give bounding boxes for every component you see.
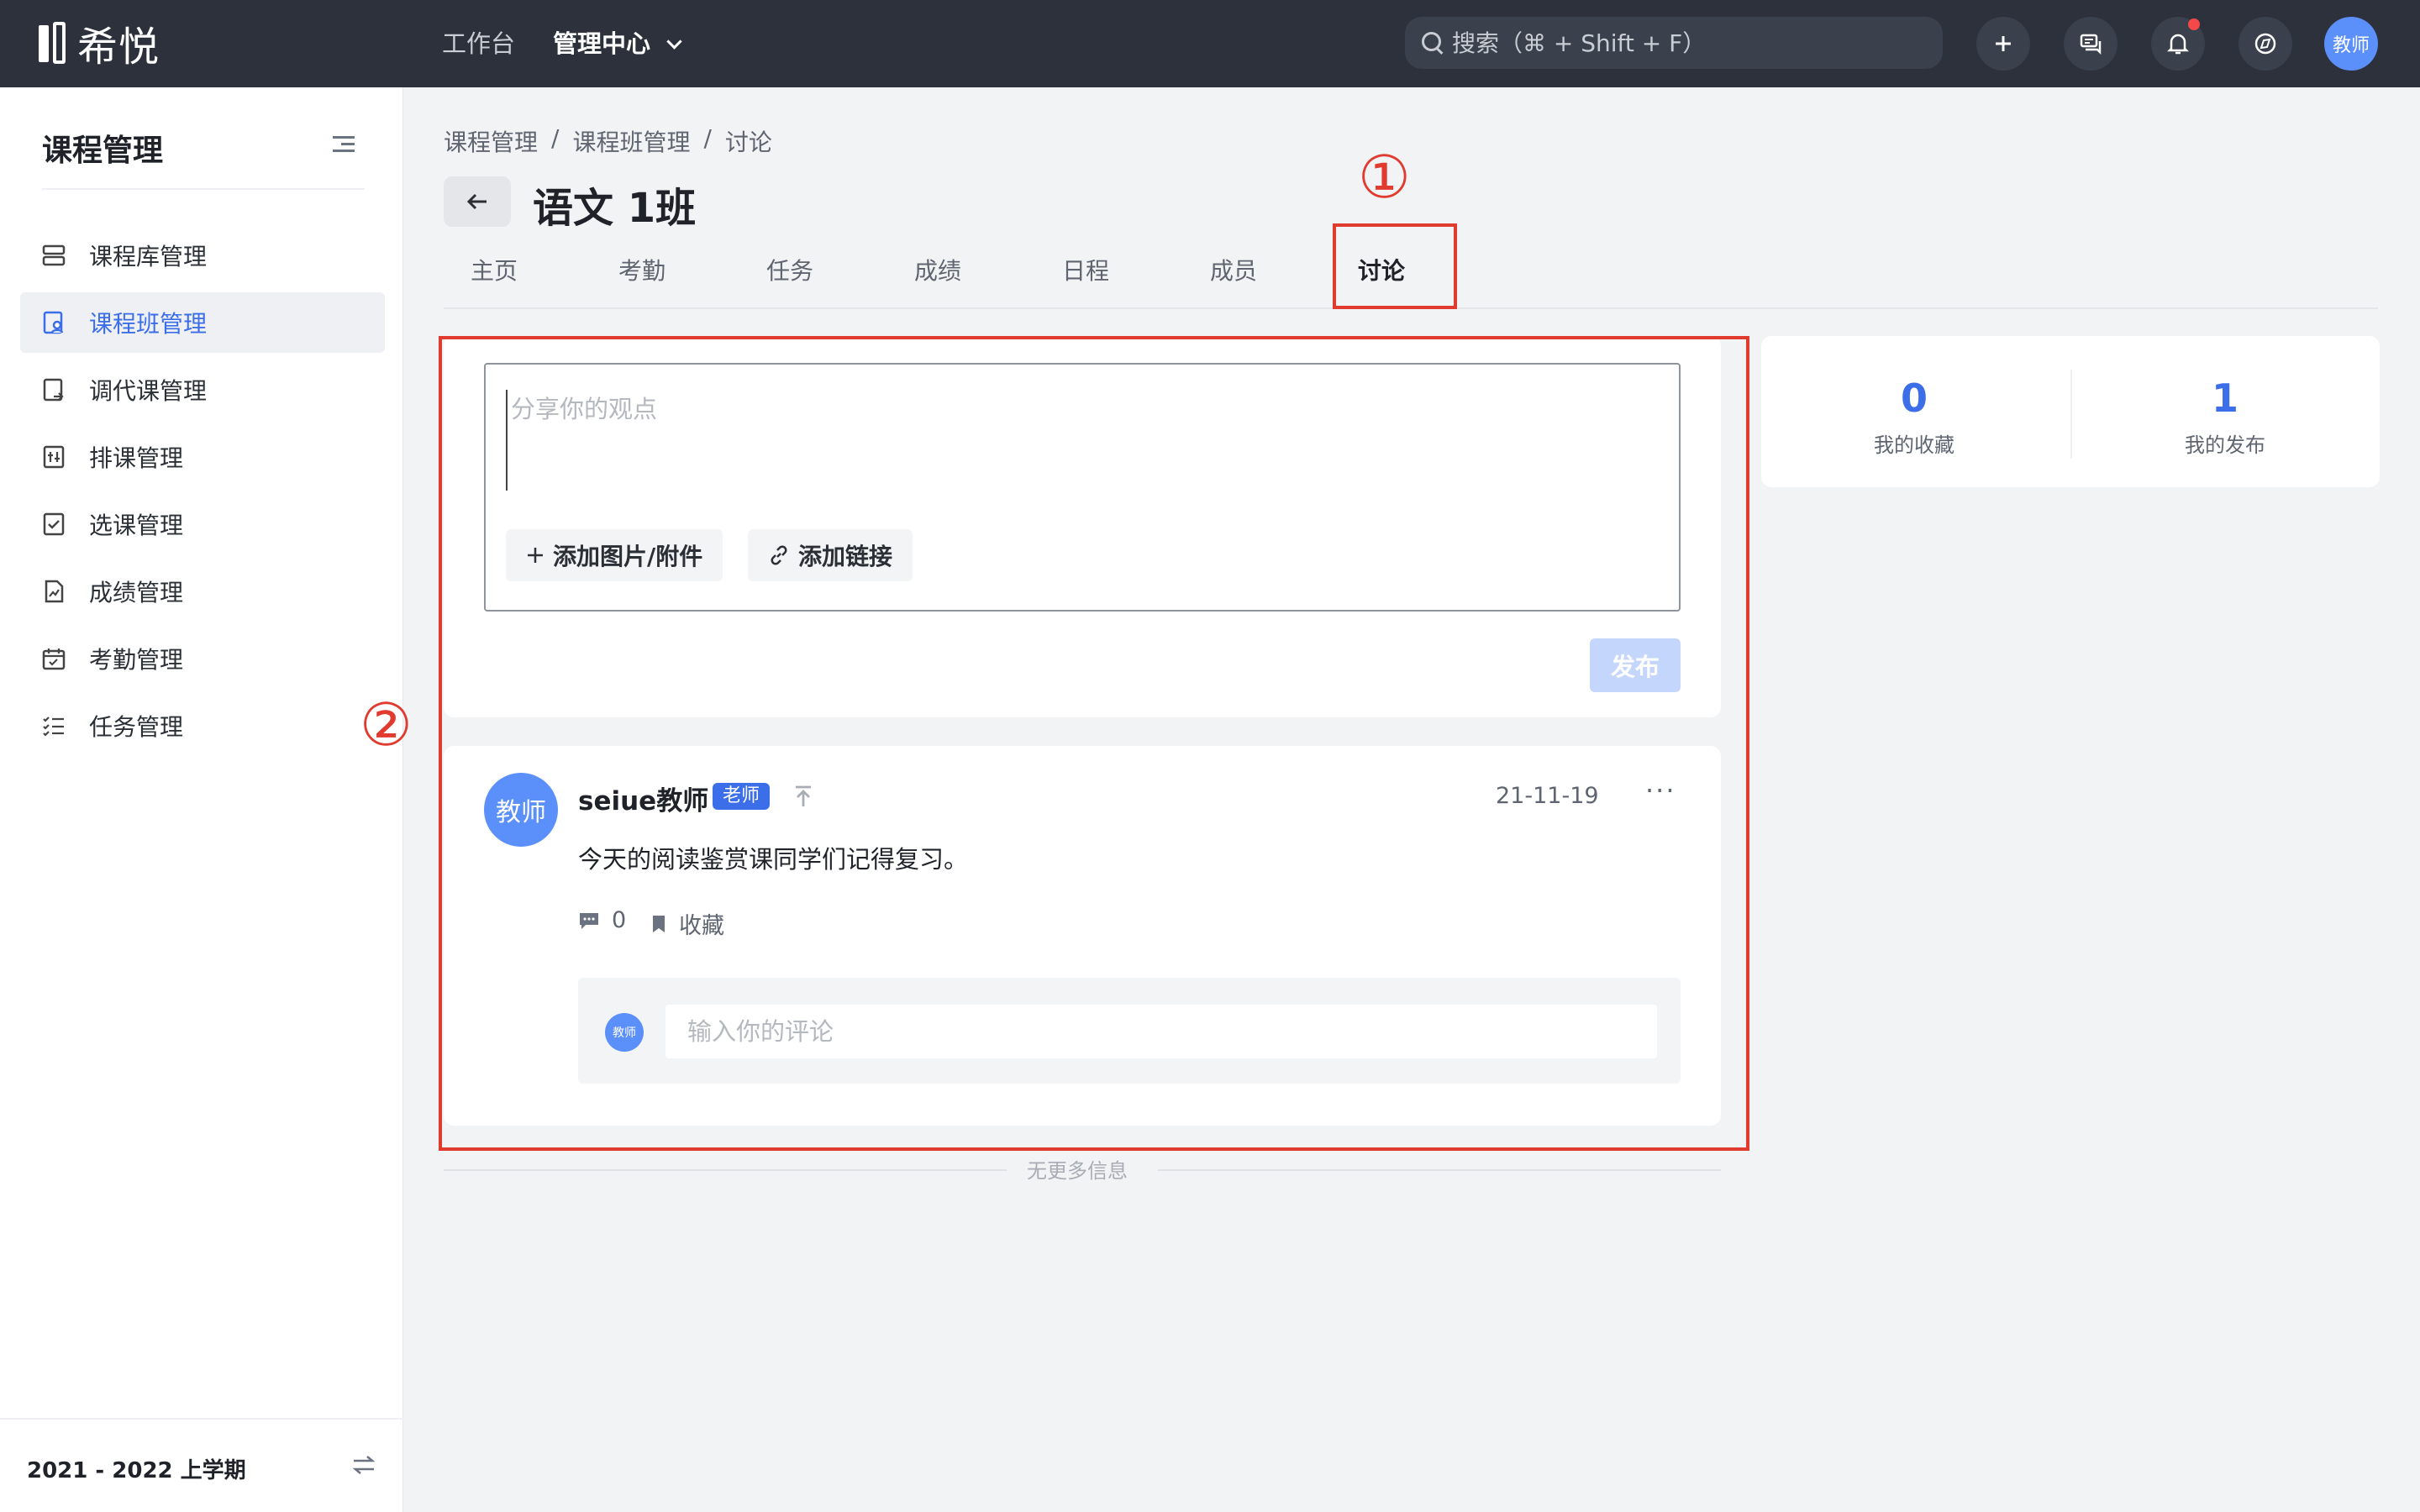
nav-workbench[interactable]: 工作台: [442, 25, 515, 62]
breadcrumb: 课程管理 / 课程班管理 / 讨论: [444, 124, 772, 158]
sidebar-item-label: 成绩管理: [89, 579, 184, 606]
add-button[interactable]: [1976, 17, 2030, 71]
tab-home[interactable]: 主页: [444, 252, 544, 309]
app-switch-button[interactable]: [2238, 17, 2292, 71]
tab-grades[interactable]: 成绩: [887, 252, 988, 309]
messages-button[interactable]: [2064, 17, 2118, 71]
sidebar-item-grades[interactable]: 成绩管理: [20, 561, 385, 622]
schedule-icon: [42, 445, 66, 469]
sidebar-item-label: 课程班管理: [89, 310, 208, 338]
annotation-box-1: [1333, 223, 1457, 309]
sidebar-item-course-library[interactable]: 课程库管理: [20, 225, 385, 286]
breadcrumb-course-management[interactable]: 课程管理: [444, 124, 538, 158]
app-logo[interactable]: 希悦: [39, 18, 160, 71]
swap-icon[interactable]: [351, 1453, 376, 1483]
sidebar-item-attendance[interactable]: 考勤管理: [20, 628, 385, 689]
sidebar-item-course-class[interactable]: 课程班管理: [20, 292, 385, 353]
notifications-button[interactable]: [2151, 17, 2205, 71]
message-icon: [2080, 34, 2102, 55]
stat-value: 0: [1900, 375, 1928, 421]
swap-lesson-icon: [42, 378, 66, 402]
stat-value: 1: [2211, 375, 2238, 421]
no-more-info: 无更多信息: [1027, 1159, 1128, 1183]
sidebar-item-label: 调代课管理: [89, 377, 208, 405]
sidebar: 课程管理 课程库管理 课程班管理 调代课管理 排课管理 选课管理 成绩管理 考勤…: [0, 87, 403, 1512]
stat-divider: [2070, 370, 2072, 459]
sidebar-item-label: 考勤管理: [89, 646, 184, 674]
bell-icon: [2167, 34, 2189, 55]
annotation-marker-1: ①: [1358, 143, 1411, 212]
calendar-check-icon: [42, 647, 66, 670]
check-square-icon: [42, 512, 66, 536]
app-name: 希悦: [77, 24, 160, 71]
sidebar-item-tasks[interactable]: 任务管理: [20, 696, 385, 756]
logo-icon: [39, 22, 67, 64]
collapse-sidebar-icon[interactable]: [333, 134, 355, 155]
notification-dot: [2188, 18, 2200, 30]
sidebar-title: 课程管理: [42, 134, 164, 168]
annotation-marker-2: ②: [360, 690, 413, 759]
tab-tasks[interactable]: 任务: [739, 252, 840, 309]
breadcrumb-separator: /: [551, 124, 560, 152]
sidebar-item-label: 课程库管理: [89, 243, 208, 270]
end-divider-left: [444, 1169, 1007, 1171]
end-divider-right: [1158, 1169, 1721, 1171]
stat-label: 我的发布: [2185, 433, 2265, 457]
plus-icon: [1996, 36, 2011, 51]
sidebar-item-scheduling[interactable]: 排课管理: [20, 427, 385, 487]
search-input[interactable]: [1452, 29, 1923, 57]
sidebar-divider: [42, 188, 365, 190]
page-title: 语文 1班: [533, 185, 697, 232]
sidebar-item-label: 任务管理: [89, 713, 184, 741]
chevron-down-icon: [666, 34, 682, 50]
nav-admin-center[interactable]: 管理中心: [553, 25, 682, 62]
back-button[interactable]: [444, 176, 511, 227]
breadcrumb-separator: /: [703, 124, 712, 152]
class-icon: [42, 311, 66, 334]
tab-schedule[interactable]: 日程: [1035, 252, 1136, 309]
sidebar-item-selection[interactable]: 选课管理: [20, 494, 385, 554]
top-bar: 希悦 工作台 管理中心 教师: [0, 0, 2420, 87]
task-list-icon: [42, 714, 66, 738]
annotation-box-2: [439, 336, 1749, 1151]
term-switcher[interactable]: 2021 - 2022 上学期: [0, 1418, 403, 1512]
current-term: 2021 - 2022 上学期: [27, 1458, 246, 1483]
search-icon: [1422, 32, 1444, 54]
stat-my-favorites[interactable]: 0 我的收藏: [1788, 373, 2040, 458]
nav-admin-center-label: 管理中心: [553, 29, 651, 58]
grade-chart-icon: [42, 580, 66, 603]
tab-attendance[interactable]: 考勤: [592, 252, 692, 309]
stat-label: 我的收藏: [1874, 433, 1954, 457]
sidebar-item-label: 选课管理: [89, 512, 184, 539]
user-avatar[interactable]: 教师: [2324, 17, 2378, 71]
stat-my-posts[interactable]: 1 我的发布: [2099, 373, 2351, 458]
arrow-left-icon: [466, 193, 487, 210]
breadcrumb-current: 讨论: [724, 129, 772, 156]
compass-icon: [2254, 33, 2276, 55]
breadcrumb-course-class[interactable]: 课程班管理: [572, 124, 690, 158]
sidebar-item-label: 排课管理: [89, 444, 184, 472]
database-icon: [42, 244, 66, 267]
sidebar-item-substitute[interactable]: 调代课管理: [20, 360, 385, 420]
tab-members[interactable]: 成员: [1183, 252, 1284, 309]
global-search[interactable]: [1405, 17, 1943, 69]
